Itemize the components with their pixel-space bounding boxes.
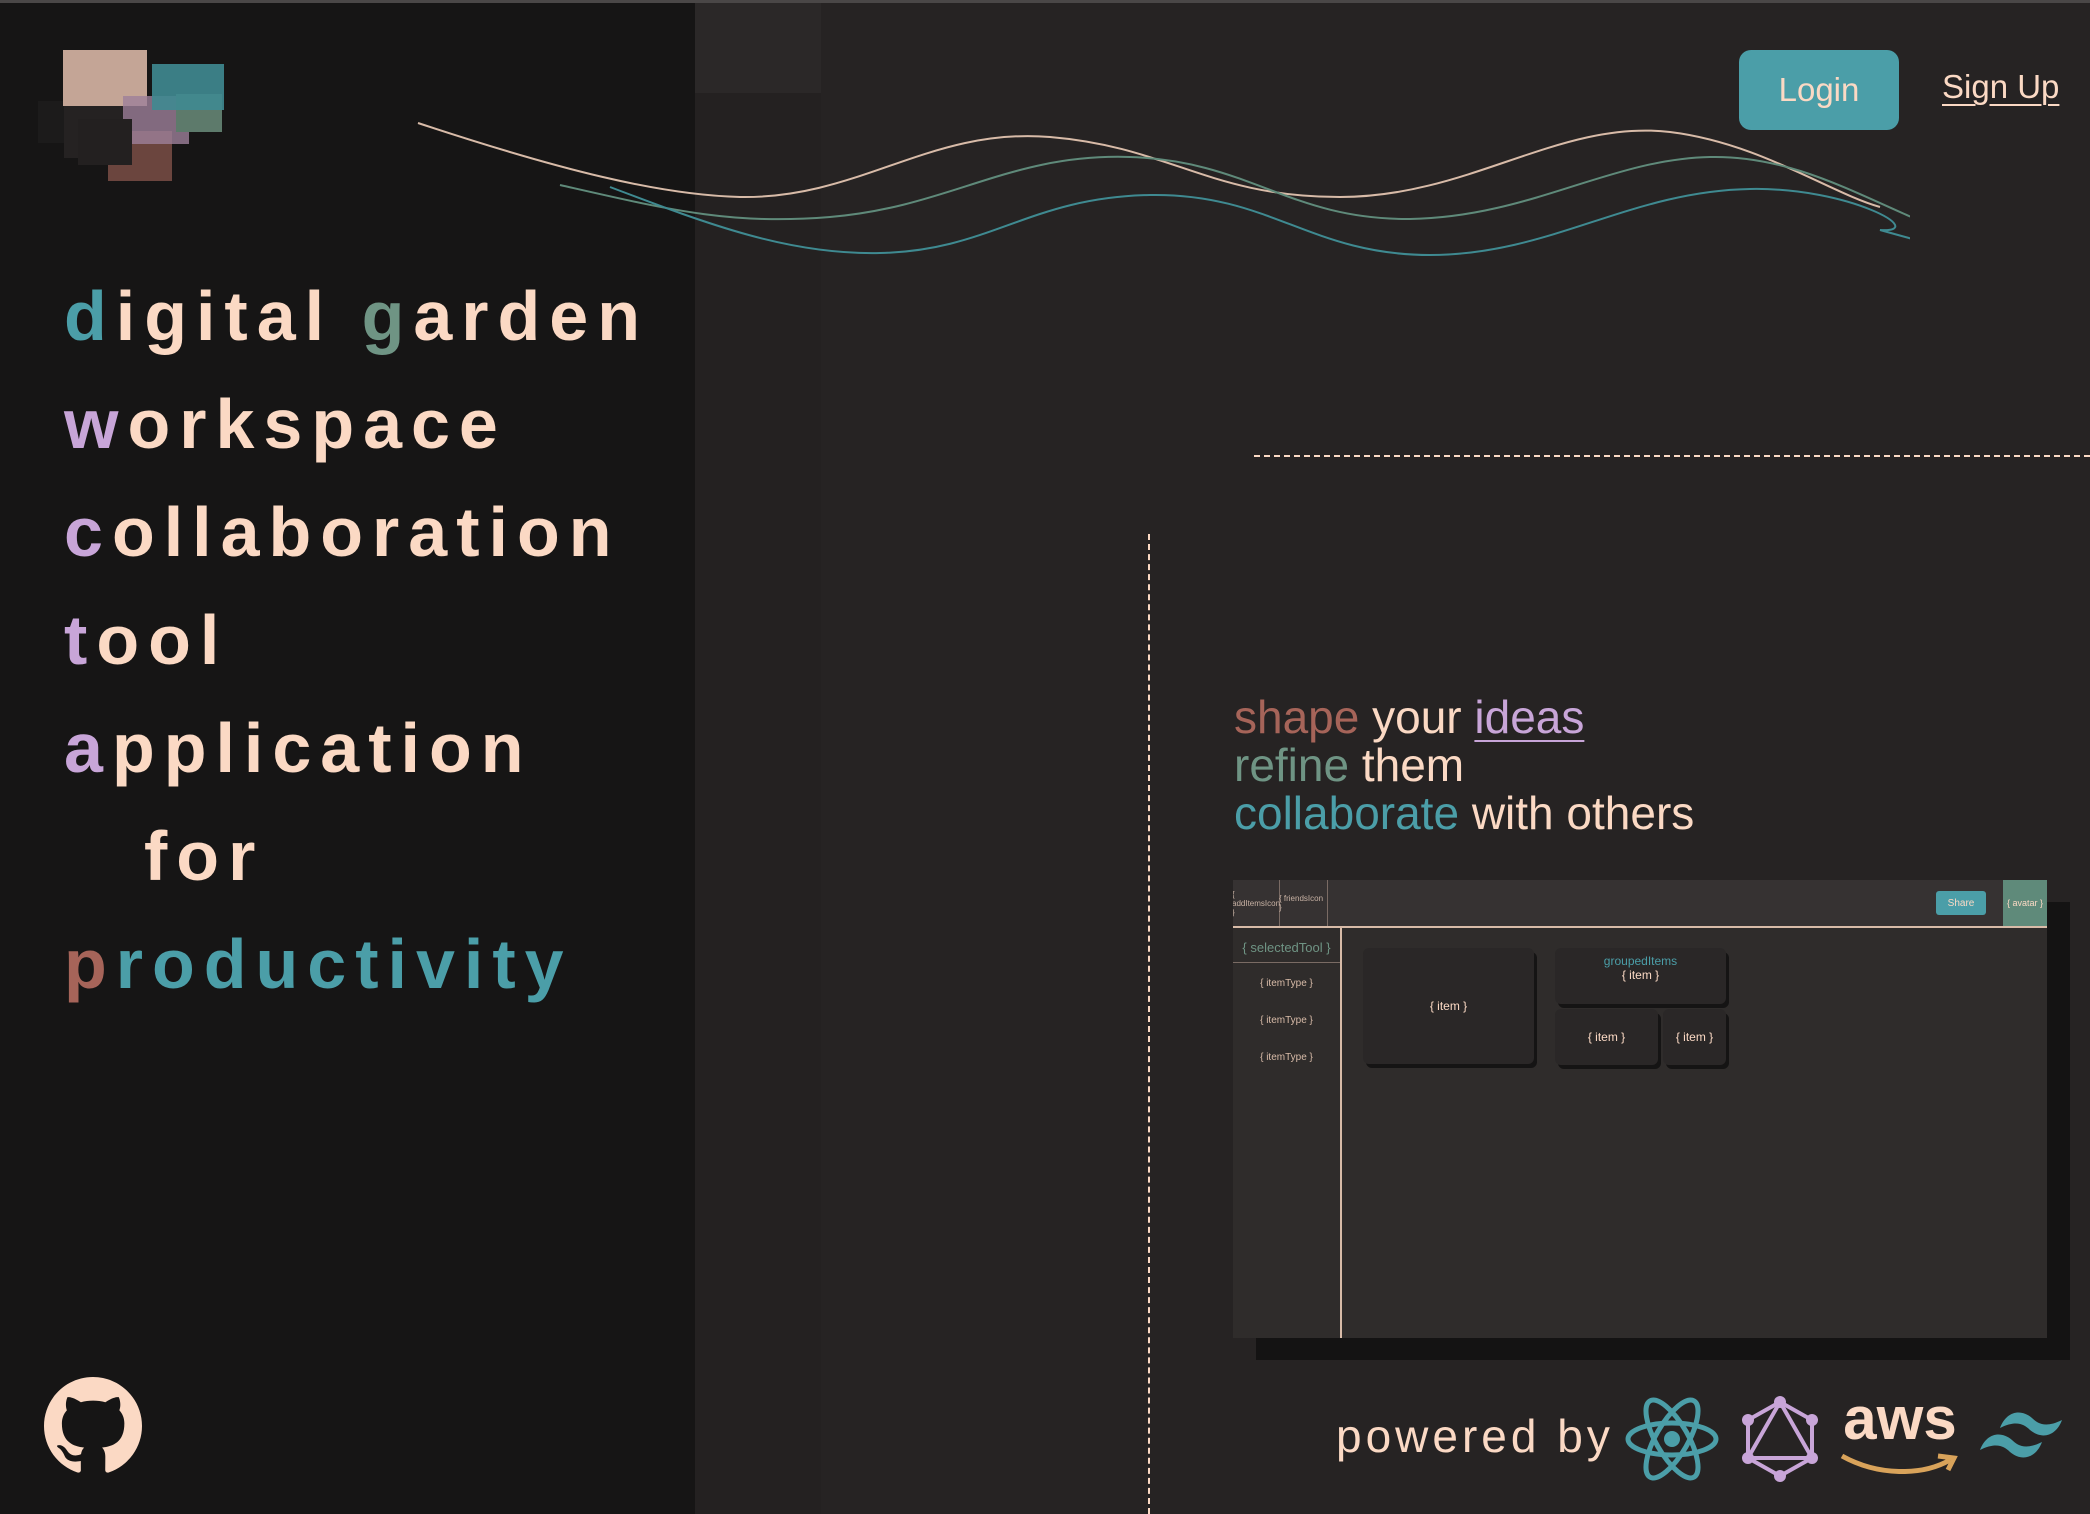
- headline-word: roductivity: [115, 925, 573, 1003]
- aws-smile-icon: [1840, 1453, 1958, 1475]
- headline-line-2: workspace: [64, 370, 649, 478]
- tagline-line-1: shape your ideas: [1234, 693, 1694, 741]
- preview-tab: { friendsIcon }: [1279, 880, 1328, 926]
- headline-line-7: productivity: [64, 910, 649, 1018]
- github-icon[interactable]: [44, 1377, 142, 1475]
- headline-line-5: application: [64, 694, 649, 802]
- preview-sidebar: { selectedTool } { itemType } { itemType…: [1233, 928, 1342, 1338]
- powered-by-label: powered by: [1336, 1410, 1614, 1462]
- preview-item: { item }: [1663, 1009, 1726, 1065]
- graphql-icon: [1742, 1396, 1818, 1482]
- dashed-divider-vertical: [1148, 534, 1150, 1514]
- tagline-ideas-link[interactable]: ideas: [1474, 691, 1584, 743]
- decorative-waves: [417, 122, 1910, 257]
- headline-word: pplication: [111, 709, 533, 787]
- tagline-word: refine: [1234, 739, 1350, 791]
- tagline: shape your ideas refine them collaborate…: [1234, 693, 1694, 837]
- headline-letter: w: [64, 385, 128, 463]
- preview-item: { item }: [1363, 948, 1534, 1064]
- headline-word: arden: [413, 277, 649, 355]
- preview-share-button: Share: [1936, 891, 1986, 915]
- preview-item-type: { itemType }: [1260, 978, 1313, 989]
- tagline-word: shape: [1234, 691, 1360, 743]
- headline-word: ool: [96, 601, 229, 679]
- login-button[interactable]: Login: [1739, 50, 1899, 130]
- headline-letter: d: [64, 277, 116, 355]
- headline-word: orkspace: [127, 385, 507, 463]
- signup-link[interactable]: Sign Up: [1942, 68, 2059, 106]
- tagline-word: them: [1349, 739, 1465, 791]
- preview-item-type: { itemType }: [1260, 1052, 1313, 1063]
- preview-selected-tool: { selectedTool }: [1233, 932, 1340, 963]
- preview-group-title: groupedItems: [1603, 954, 1678, 968]
- preview-group-item: { item }: [1621, 968, 1660, 982]
- preview-item-type: { itemType }: [1260, 1015, 1313, 1026]
- headline-word: for: [144, 817, 265, 895]
- tagline-word: collaborate: [1234, 787, 1460, 839]
- headline-letter: t: [64, 601, 97, 679]
- aws-logo-text: aws: [1843, 1385, 1957, 1452]
- react-icon: [1625, 1397, 1719, 1481]
- preview-grouped-items: groupedItems { item }: [1555, 948, 1726, 1004]
- tagline-word: with others: [1459, 787, 1695, 839]
- headline-line-6: for: [64, 802, 649, 910]
- aws-icon: aws: [1838, 1388, 1962, 1478]
- preview-tab: { addItemsIcon }: [1233, 880, 1280, 926]
- tagline-line-2: refine them: [1234, 741, 1694, 789]
- headline-word: ollaboration: [111, 493, 621, 571]
- headline-letter: g: [361, 277, 414, 355]
- app-logo[interactable]: [38, 46, 248, 186]
- preview-avatar: { avatar }: [2003, 880, 2047, 926]
- headline-word: igital: [115, 277, 362, 355]
- tailwind-icon: [1980, 1412, 2062, 1458]
- top-strip: [695, 3, 821, 93]
- preview-item: { item }: [1555, 1009, 1658, 1065]
- headline-line-1: digital garden: [64, 262, 649, 370]
- tagline-word: your: [1359, 691, 1475, 743]
- headline-letter: c: [64, 493, 112, 571]
- app-preview: { addItemsIcon } { friendsIcon } Share {…: [1233, 880, 2047, 1338]
- dashed-divider-horizontal: [1254, 455, 2090, 457]
- headline-line-4: tool: [64, 586, 649, 694]
- middle-shade: [695, 93, 821, 1514]
- headline-letter: a: [64, 709, 112, 787]
- tagline-line-3: collaborate with others: [1234, 789, 1694, 837]
- headline: digital garden workspace collaboration t…: [64, 262, 649, 1018]
- headline-line-3: collaboration: [64, 478, 649, 586]
- headline-letter: p: [64, 925, 116, 1003]
- preview-toolbar: { addItemsIcon } { friendsIcon } Share {…: [1233, 880, 2047, 928]
